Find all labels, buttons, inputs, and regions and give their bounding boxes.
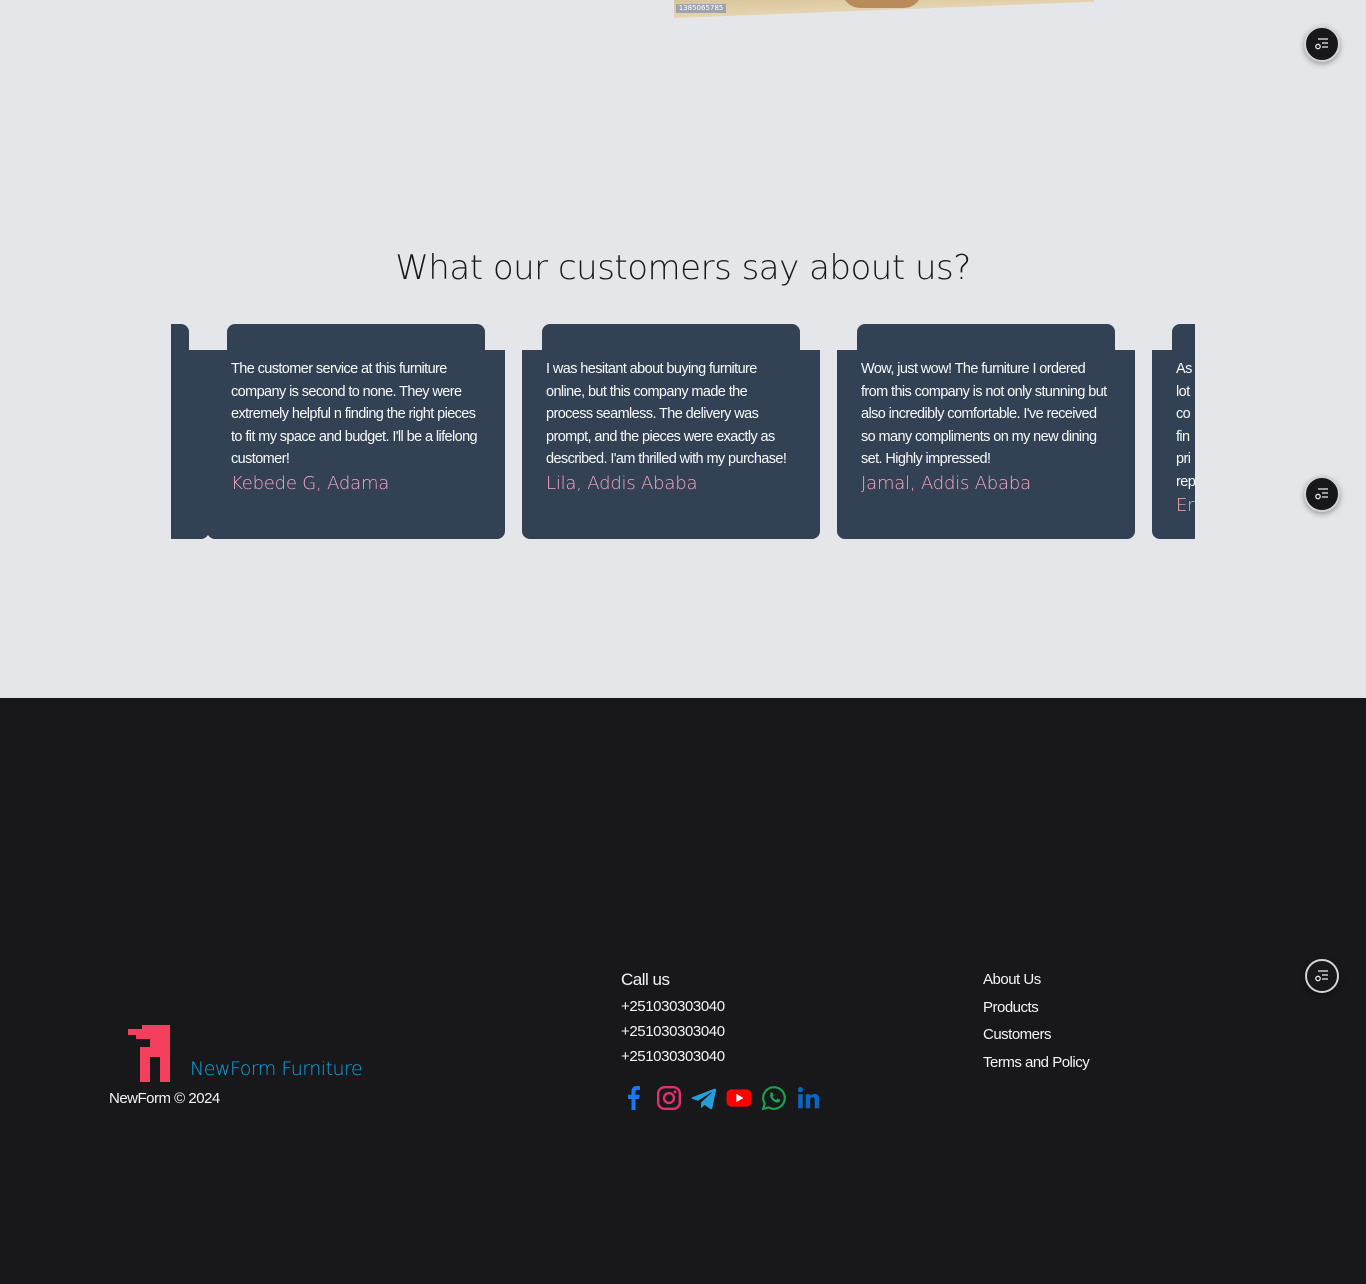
floating-menu-button[interactable] (1304, 476, 1340, 512)
hero-image-fragment: 1385065785 (674, 0, 1094, 18)
contact-section: Call us +251030303040 +251030303040 +251… (621, 970, 725, 1065)
footer-links: About Us Products Customers Terms and Po… (983, 970, 1090, 1081)
copyright: NewForm © 2024 (109, 1090, 220, 1107)
testimonial-author: Kebede G, Adama (231, 472, 390, 494)
linkedin-icon[interactable] (796, 1083, 822, 1113)
brand[interactable]: NewForm Furniture (128, 1025, 363, 1082)
contact-title: Call us (621, 970, 670, 989)
newform-logo-icon (128, 1025, 170, 1082)
testimonial-card (171, 324, 209, 539)
testimonial-carousel[interactable]: The customer service at this furniture c… (171, 324, 1195, 540)
testimonial-author: Er (1176, 495, 1195, 516)
list-settings-icon (1315, 488, 1328, 500)
footer-link-products[interactable]: Products (983, 998, 1089, 1026)
testimonial-quote: Wow, just wow! The furniture I ordered f… (861, 361, 1107, 467)
footer-link-terms-and-policy[interactable]: Terms and Policy (983, 1053, 1090, 1081)
testimonial-card: As lot co fin pri rep Er (1152, 324, 1195, 539)
facebook-icon[interactable] (621, 1083, 647, 1113)
instagram-icon[interactable] (656, 1083, 682, 1113)
floating-menu-button[interactable] (1305, 959, 1339, 993)
testimonial-quote: I was hesitant about buying furniture on… (546, 361, 787, 467)
social-links (621, 1083, 822, 1113)
footer-link-customers[interactable]: Customers (983, 1025, 1089, 1053)
image-stamp: 1385065785 (676, 4, 726, 13)
bowl-image (842, 0, 922, 8)
list-settings-icon (1315, 970, 1328, 982)
testimonials-title: What our customers say about us? (395, 248, 971, 288)
list-settings-icon (1315, 38, 1328, 50)
phone-number[interactable]: +251030303040 (621, 1048, 725, 1065)
whatsapp-icon[interactable] (761, 1083, 787, 1113)
testimonial-quote: The customer service at this furniture c… (231, 361, 478, 467)
testimonial-quote: As lot co fin pri rep (1176, 361, 1195, 490)
testimonial-card: The customer service at this furniture c… (207, 324, 505, 539)
testimonial-author: Lila, Addis Ababa (546, 472, 698, 494)
footer-link-about-us[interactable]: About Us (983, 970, 1089, 998)
testimonial-card: I was hesitant about buying furniture on… (522, 324, 820, 539)
site-footer: NewForm Furniture NewForm © 2024 Call us… (0, 698, 1366, 1284)
brand-name: NewForm Furniture (190, 1058, 363, 1080)
phone-number[interactable]: +251030303040 (621, 998, 725, 1015)
telegram-icon[interactable] (691, 1083, 717, 1113)
testimonial-card: Wow, just wow! The furniture I ordered f… (837, 324, 1135, 539)
floating-menu-button[interactable] (1304, 26, 1340, 62)
phone-number[interactable]: +251030303040 (621, 1023, 725, 1040)
testimonial-author: Jamal, Addis Ababa (861, 472, 1031, 494)
youtube-icon[interactable] (726, 1083, 752, 1113)
